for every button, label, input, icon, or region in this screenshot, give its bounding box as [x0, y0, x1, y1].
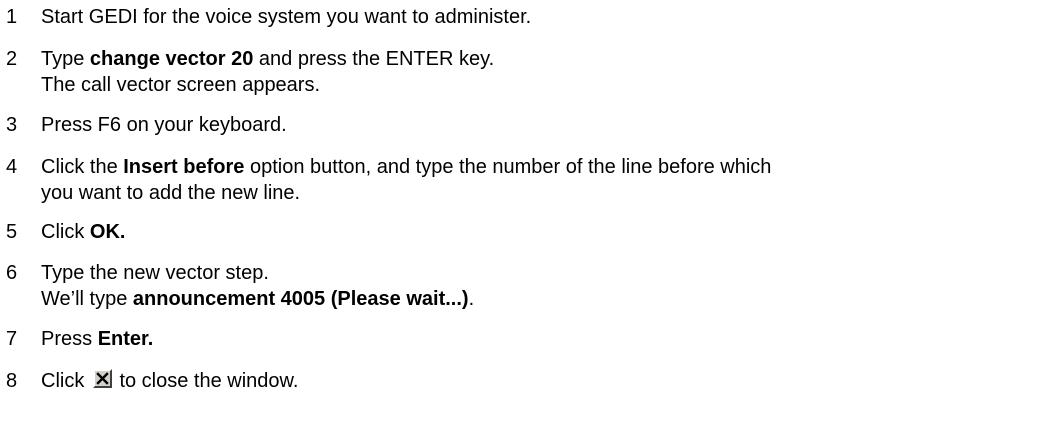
step-text-part: Click [41, 221, 90, 243]
step-number: 4 [6, 156, 18, 178]
step-text-part: The call vector screen appears. [41, 74, 321, 96]
step-text-part: Press F6 on your keyboard. [41, 114, 287, 136]
close-x-glyph [96, 372, 109, 385]
step-text: Press F6 on your keyboard. [41, 112, 1017, 138]
step-number: 1 [6, 6, 18, 28]
step-line: Click the Insert before option button, a… [41, 154, 1017, 180]
step-text: Click OK. [41, 219, 1017, 245]
step-text-part: and press the ENTER key. [253, 48, 495, 70]
step-line: Press F6 on your keyboard. [41, 112, 1017, 138]
step-line: The call vector screen appears. [41, 72, 1017, 98]
step-text-part: Start GEDI for the voice system you want… [41, 6, 532, 28]
key-name: Enter. [97, 328, 154, 350]
step-line: you want to add the new line. [41, 180, 1017, 206]
option-name: Insert before [123, 156, 245, 178]
step-line: We’ll type announcement 4005 (Please wai… [41, 286, 1017, 312]
step-line: Type the new vector step. [41, 260, 1017, 286]
step-text-part: you want to add the new line. [41, 182, 301, 204]
step-line: Press Enter. [41, 326, 1017, 352]
button-name: OK. [89, 221, 126, 243]
step-number: 5 [6, 221, 18, 243]
step-number: 2 [6, 48, 18, 70]
step-line: Click OK. [41, 219, 1017, 245]
step-number: 8 [6, 370, 18, 392]
step-text: Click to close the window. [41, 368, 1017, 394]
step-number: 7 [6, 328, 18, 350]
step-line: Click to close the window. [41, 368, 1017, 394]
step-text-part: Type [41, 48, 90, 70]
step-text: Type change vector 20 and press the ENTE… [41, 46, 1017, 98]
step-text-part: to close the window. [113, 370, 299, 392]
step-text-part: Click the [41, 156, 124, 178]
close-window-icon [92, 369, 112, 388]
step-number: 6 [6, 262, 18, 284]
step-text-part: Type the new vector step. [41, 262, 269, 284]
step-text-part: . [468, 288, 475, 310]
step-text-part: Press [41, 328, 98, 350]
step-number: 3 [6, 114, 18, 136]
step-text: Press Enter. [41, 326, 1017, 352]
step-line: Type change vector 20 and press the ENTE… [41, 46, 1017, 72]
step-text-part: Click [41, 370, 90, 392]
step-text: Type the new vector step. We’ll type ann… [41, 260, 1017, 312]
command-text: change vector 20 [89, 48, 254, 70]
step-text-part: option button, and type the number of th… [244, 156, 772, 178]
step-text: Click the Insert before option button, a… [41, 154, 1017, 206]
step-text: Start GEDI for the voice system you want… [41, 4, 1017, 30]
step-text-part: We’ll type [41, 288, 133, 310]
command-text: announcement 4005 (Please wait...) [132, 288, 469, 310]
step-line: Start GEDI for the voice system you want… [41, 4, 1017, 30]
